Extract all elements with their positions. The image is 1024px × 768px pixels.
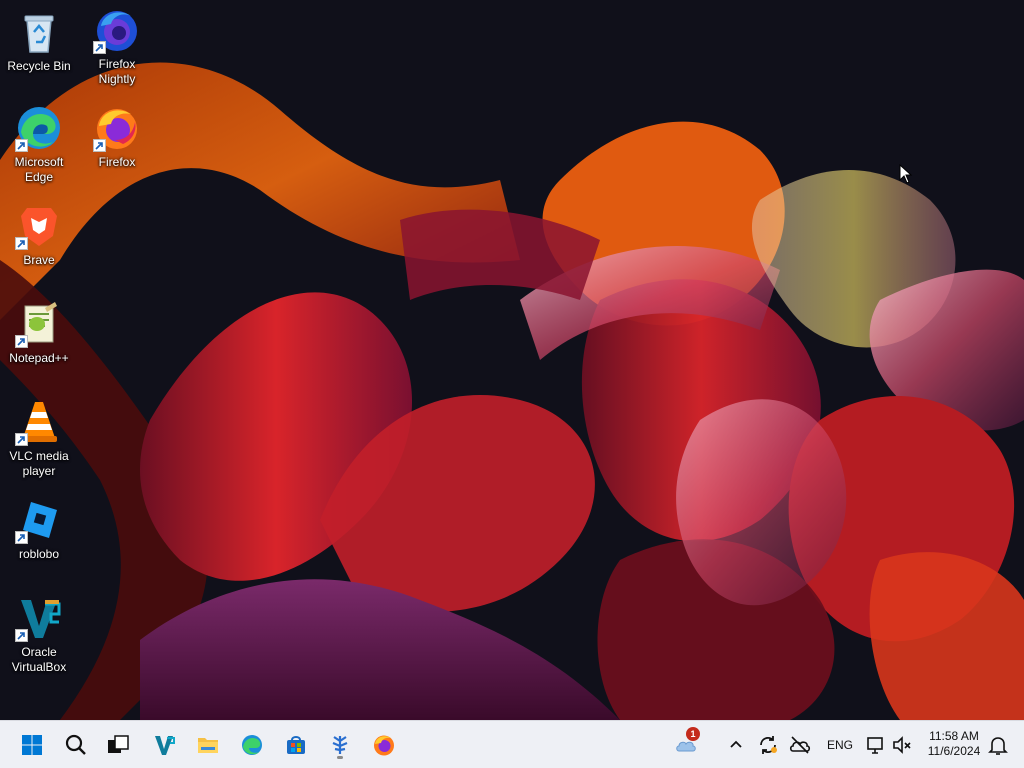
virtualbox-taskbar-button[interactable] (148, 729, 180, 761)
desktop-icon-label: Recycle Bin (7, 59, 71, 73)
virtualbox-icon (15, 594, 63, 642)
volume-tray-button[interactable] (888, 729, 916, 761)
folder-icon (198, 738, 218, 753)
desktop-icon-label: Oracle VirtualBox (11, 645, 67, 674)
sync-tray-button[interactable] (754, 729, 782, 761)
start-button[interactable] (16, 729, 48, 761)
app-taskbar-button[interactable] (324, 729, 356, 761)
desktop-icon-microsoft-edge[interactable]: Microsoft Edge (0, 104, 78, 185)
language-indicator[interactable]: ENG (827, 738, 853, 752)
desktop-icon-label: Notepad++ (9, 351, 69, 365)
notifications-button[interactable] (984, 729, 1012, 761)
desktop-icon-label: Firefox (98, 155, 136, 169)
desktop-icon-notepad-plus-plus[interactable]: Notepad++ (0, 300, 78, 366)
edge-taskbar-button[interactable] (236, 729, 268, 761)
desktop-icon-firefox[interactable]: Firefox (78, 104, 156, 170)
roblox-icon (15, 496, 63, 544)
desktop-icon-firefox-nightly[interactable]: Firefox Nightly (78, 6, 156, 87)
taskbar-clock[interactable]: 11:58 AM 11/6/2024 (922, 729, 986, 759)
recycle-bin-icon (15, 8, 63, 56)
onedrive-offline-icon (789, 736, 811, 754)
notepad-plus-plus-icon (15, 300, 63, 348)
show-hidden-icons-button[interactable] (722, 729, 750, 761)
search-icon (65, 734, 86, 755)
desktop: Recycle Bin Firefox Nightly Microsoft Ed… (0, 0, 1024, 720)
edge-icon (242, 735, 262, 755)
file-explorer-button[interactable] (192, 729, 224, 761)
edge-icon (15, 104, 63, 152)
mouse-cursor-icon (899, 164, 913, 184)
store-icon (287, 736, 305, 754)
running-indicator (337, 756, 343, 759)
desktop-icon-roblobo[interactable]: roblobo (0, 496, 78, 562)
firefox-taskbar-button[interactable] (368, 729, 400, 761)
desktop-icon-label: Microsoft Edge (14, 155, 64, 184)
shortcut-arrow-icon (15, 237, 28, 250)
clock-date: 11/6/2024 (927, 744, 981, 758)
vlc-icon (15, 398, 63, 446)
onedrive-tray-button[interactable] (786, 729, 814, 761)
shortcut-arrow-icon (93, 139, 106, 152)
brave-icon (15, 202, 63, 250)
shortcut-arrow-icon (93, 41, 106, 54)
virtualbox-icon (155, 736, 175, 755)
search-button[interactable] (60, 729, 92, 761)
desktop-icon-label: Firefox Nightly (98, 57, 136, 86)
windows-start-icon (22, 735, 42, 755)
microsoft-store-button[interactable] (280, 729, 312, 761)
notification-badge: 1 (686, 727, 700, 741)
shortcut-arrow-icon (15, 335, 28, 348)
bell-icon (988, 737, 1008, 755)
network-icon (867, 737, 883, 754)
task-view-button[interactable] (102, 729, 134, 761)
desktop-icon-label: VLC media player (9, 449, 69, 478)
firefox-icon (93, 104, 141, 152)
firefox-icon (374, 735, 394, 756)
shortcut-arrow-icon (15, 139, 28, 152)
chevron-up-icon (730, 740, 742, 748)
desktop-icon-brave[interactable]: Brave (0, 202, 78, 268)
shortcut-arrow-icon (15, 629, 28, 642)
network-tray-button[interactable] (862, 729, 890, 761)
sync-icon (760, 736, 777, 754)
desktop-icon-label: roblobo (18, 547, 60, 561)
tree-app-icon (332, 736, 348, 754)
firefox-nightly-icon (93, 6, 141, 54)
desktop-icon-vlc-media-player[interactable]: VLC media player (0, 398, 78, 479)
desktop-icon-label: Brave (23, 253, 55, 267)
volume-muted-icon (893, 736, 911, 754)
desktop-icon-recycle-bin[interactable]: Recycle Bin (0, 8, 78, 74)
shortcut-arrow-icon (15, 433, 28, 446)
task-view-icon (108, 735, 129, 753)
taskbar: 1 ENG 11:58 AM 11/6/2024 (0, 720, 1024, 768)
desktop-icon-oracle-virtualbox[interactable]: Oracle VirtualBox (0, 594, 78, 675)
shortcut-arrow-icon (15, 531, 28, 544)
clock-time: 11:58 AM (929, 729, 979, 743)
